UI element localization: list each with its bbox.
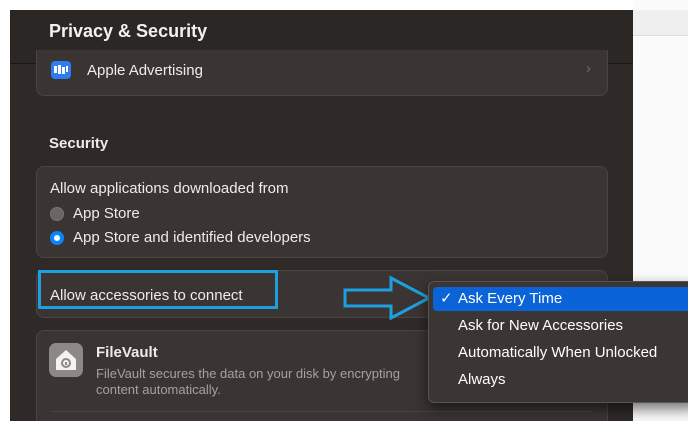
menu-item-label: Ask Every Time	[458, 290, 563, 307]
filevault-description-line2: content automatically.	[96, 382, 221, 397]
annotation-arrow-icon	[343, 275, 433, 321]
allow-downloads-panel: Allow applications downloaded from App S…	[36, 166, 608, 258]
identified-developers-radio[interactable]	[50, 231, 64, 245]
menu-item-label: Automatically When Unlocked	[458, 344, 658, 361]
app-store-radio[interactable]	[50, 207, 64, 221]
apple-advertising-row[interactable]: Apple Advertising ›	[36, 50, 608, 96]
page-title: Privacy & Security	[49, 21, 208, 41]
checkmark-icon: ✓	[440, 290, 453, 307]
filevault-title: FileVault	[96, 344, 158, 361]
menu-item-label: Ask for New Accessories	[458, 317, 624, 334]
background-window-toolbar	[633, 10, 688, 36]
security-section-title: Security	[49, 135, 109, 152]
accessories-dropdown-menu: ✓ Ask Every Time Ask for New Accessories…	[428, 281, 688, 403]
menu-item-ask-for-new-accessories[interactable]: Ask for New Accessories	[433, 314, 688, 338]
menu-item-always[interactable]: Always	[433, 368, 688, 392]
apple-advertising-icon	[51, 61, 71, 79]
chevron-right-icon: ›	[586, 60, 591, 77]
divider	[51, 411, 593, 412]
identified-developers-option-label[interactable]: App Store and identified developers	[73, 229, 311, 246]
app-store-option-label[interactable]: App Store	[73, 205, 140, 222]
house-lock-icon	[49, 343, 83, 377]
menu-item-automatically-when-unlocked[interactable]: Automatically When Unlocked	[433, 341, 688, 365]
menu-item-ask-every-time[interactable]: ✓ Ask Every Time	[433, 287, 688, 311]
allow-downloads-label: Allow applications downloaded from	[50, 180, 289, 197]
filevault-description-line1: FileVault secures the data on your disk …	[96, 366, 400, 381]
apple-advertising-label: Apple Advertising	[87, 62, 203, 79]
menu-item-label: Always	[458, 371, 506, 388]
annotation-highlight-box	[38, 270, 278, 309]
